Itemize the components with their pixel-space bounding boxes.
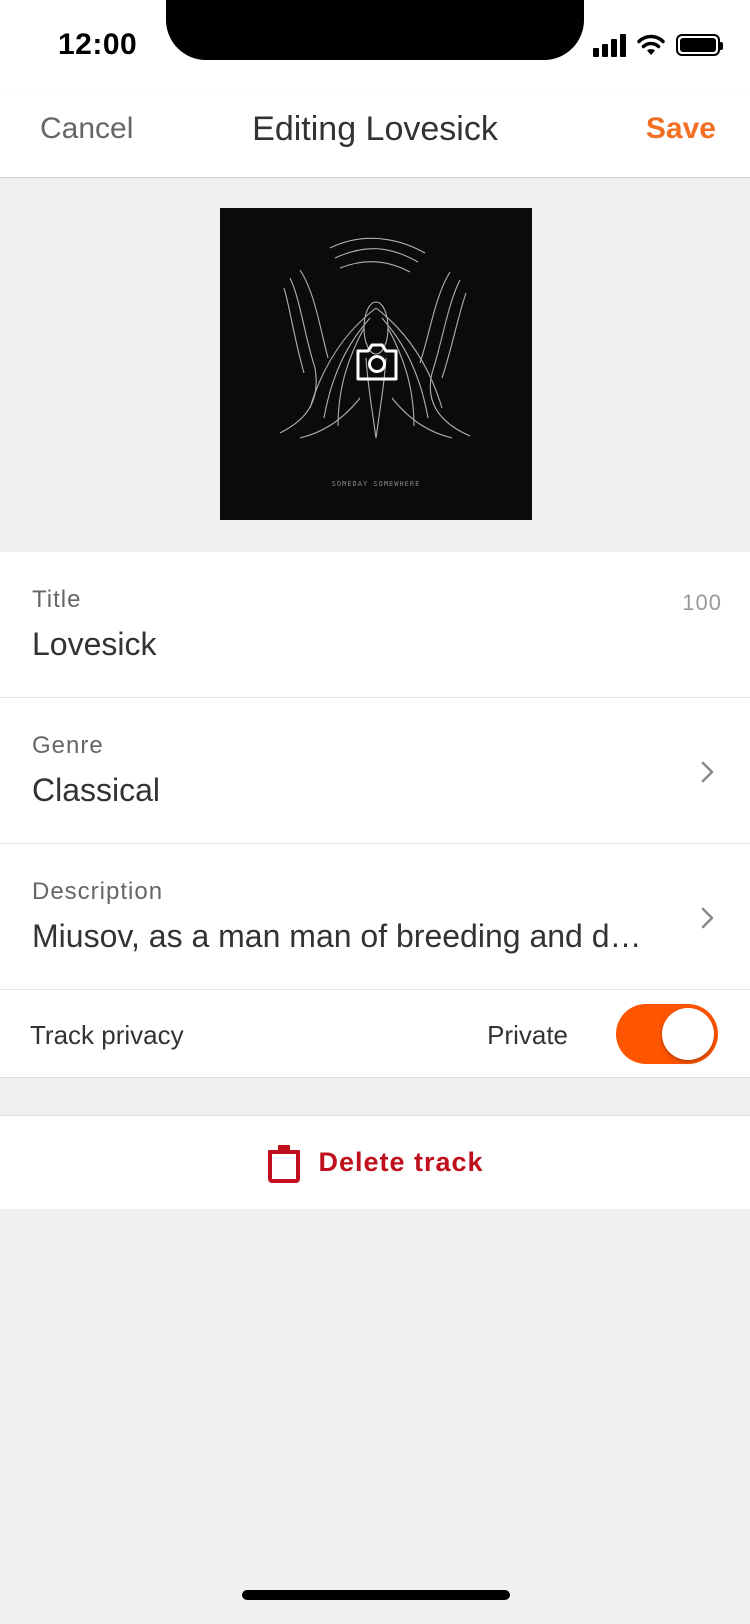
privacy-toggle[interactable] <box>616 1004 718 1064</box>
artwork-area: SOMEDAY SOMEWHERE <box>0 178 750 552</box>
nav-bar: Cancel Editing Lovesick Save <box>0 90 750 178</box>
genre-value: Classical <box>32 772 161 808</box>
delete-track-label: Delete track <box>318 1147 484 1177</box>
toggle-knob <box>662 1008 714 1060</box>
notch <box>166 0 584 60</box>
track-artwork[interactable]: SOMEDAY SOMEWHERE <box>220 208 532 520</box>
status-time: 12:00 <box>58 28 138 61</box>
description-label: Description <box>32 878 164 905</box>
cellular-signal-icon <box>593 33 626 57</box>
camera-icon[interactable] <box>354 342 400 382</box>
track-privacy-row: Track privacy Private <box>0 990 750 1078</box>
save-button[interactable]: Save <box>646 112 716 146</box>
genre-field[interactable]: Genre Classical <box>0 698 750 844</box>
home-indicator[interactable] <box>242 1590 510 1600</box>
track-privacy-label: Track privacy <box>30 1020 184 1050</box>
title-label: Title <box>32 586 82 613</box>
status-bar: 12:00 <box>0 0 750 90</box>
chevron-right-icon <box>701 761 714 783</box>
description-value: Miusov, as a man man of breeding and d… <box>32 918 642 954</box>
title-input[interactable]: Lovesick <box>32 626 672 663</box>
cancel-button[interactable]: Cancel <box>40 112 133 146</box>
chevron-right-icon <box>701 907 714 929</box>
artwork-caption: SOMEDAY SOMEWHERE <box>331 480 421 488</box>
title-field[interactable]: Title 100 Lovesick <box>0 552 750 698</box>
wifi-icon <box>637 34 665 55</box>
title-char-count: 100 <box>682 590 722 615</box>
track-edit-form: Title 100 Lovesick Genre Classical Descr… <box>0 552 750 1078</box>
delete-track-button[interactable]: Delete track <box>0 1115 750 1209</box>
battery-icon <box>676 34 723 56</box>
status-icons <box>593 30 723 60</box>
genre-label: Genre <box>32 732 104 759</box>
privacy-status: Private <box>487 1020 568 1050</box>
trash-icon <box>268 1144 301 1183</box>
description-field[interactable]: Description Miusov, as a man man of bree… <box>0 844 750 990</box>
